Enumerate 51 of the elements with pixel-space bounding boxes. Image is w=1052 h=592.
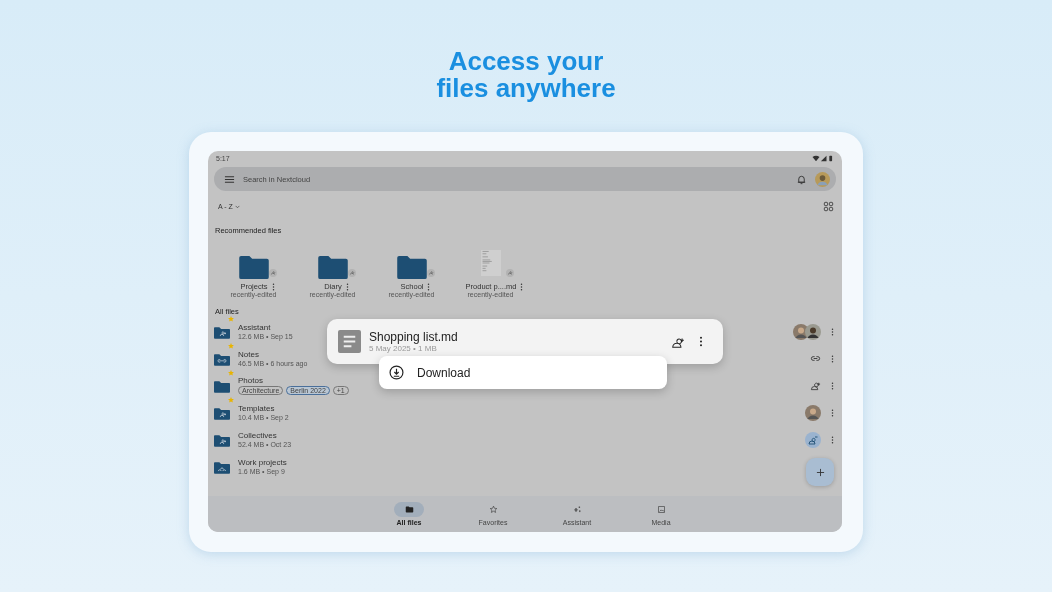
file-name[interactable]: Notes [238,350,259,359]
folder-icon [214,461,230,474]
download-icon [389,365,404,380]
document-thumbnail [480,247,501,279]
share-badge-icon [505,269,514,277]
more-icon[interactable] [831,327,834,336]
status-icons [812,154,834,162]
share-badge-icon [347,269,356,277]
more-icon[interactable] [345,282,349,291]
plus-icon [815,467,825,477]
folder-icon [238,255,269,279]
more-icon[interactable] [831,435,834,444]
image-icon [656,505,666,514]
folder-icon [214,380,230,393]
folder-icon [214,353,230,366]
folder-icon [214,407,230,420]
file-name[interactable]: Work projects [238,458,287,467]
more-icon[interactable] [271,282,275,291]
file-details: 5 May 2025 • 1 MB [369,344,438,353]
headline: Access your [448,48,604,75]
file-name: Shopping list.md [369,330,459,344]
more-icon[interactable] [831,408,834,417]
file-name[interactable]: Assistant [238,323,271,332]
headline: files anywhere [436,75,616,102]
shared-icon[interactable] [805,431,821,448]
file-name[interactable]: Templates [238,404,275,413]
file-name[interactable]: Collectives [238,431,277,440]
avatar-icon[interactable] [805,404,821,421]
folder-icon [396,255,427,279]
more-icon[interactable] [831,381,834,390]
document-icon [338,330,361,353]
menu-item[interactable]: Download [379,356,667,389]
avatar-icon[interactable] [805,323,821,340]
more-icon[interactable] [427,282,431,291]
folder-icon [404,505,414,514]
file-name[interactable]: Photos [238,376,263,385]
bell-icon[interactable] [796,173,807,185]
folder-icon [214,434,230,447]
folder-icon [317,255,348,279]
more-icon[interactable] [699,336,703,347]
share-badge-icon [426,269,435,277]
chevron-icon [234,204,240,209]
sparkle-icon [572,505,582,514]
more-icon[interactable] [520,282,524,291]
star-icon [488,505,498,514]
grid-view-icon[interactable] [823,201,834,212]
menu-icon[interactable] [224,173,235,185]
folder-icon [214,326,230,339]
share-badge-icon [268,269,277,277]
more-icon[interactable] [831,354,834,363]
link-icon[interactable] [810,353,821,364]
